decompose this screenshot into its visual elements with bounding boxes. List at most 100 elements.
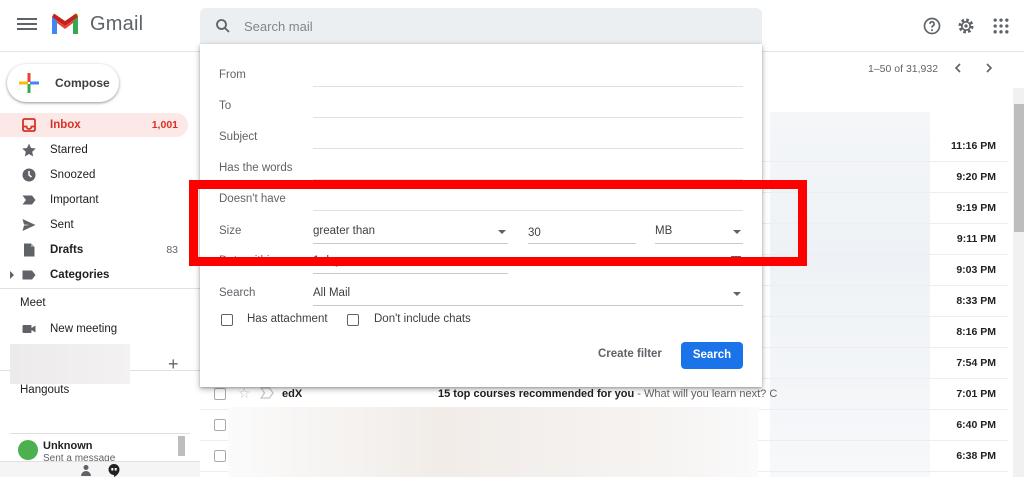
email-time: 8:33 PM: [956, 295, 996, 307]
search-scope-row: Search All Mail: [200, 282, 762, 308]
sidebar-item-label: Snoozed: [50, 169, 96, 181]
inbox-icon: [22, 118, 36, 132]
sidebar-item-sent[interactable]: Sent: [0, 213, 188, 237]
menu-icon[interactable]: [17, 15, 37, 35]
send-icon: [22, 219, 36, 231]
sidebar-item-categories[interactable]: Categories: [0, 263, 188, 287]
sidebar-bottom-bar: [0, 461, 200, 477]
search-bar[interactable]: [200, 8, 762, 44]
search-scope-label: Search: [219, 287, 256, 299]
avatar[interactable]: [18, 440, 38, 460]
email-time: 6:38 PM: [956, 450, 996, 462]
has-words-label: Has the words: [219, 162, 293, 174]
video-camera-icon: [22, 325, 36, 333]
sidebar-item-label: Important: [50, 194, 99, 206]
sidebar-item-snoozed[interactable]: Snoozed: [0, 163, 188, 187]
exclude-chats-checkbox[interactable]: [347, 314, 359, 326]
subject-label: Subject: [219, 131, 258, 143]
dropdown-arrow-icon: [733, 292, 741, 296]
settings-icon[interactable]: [956, 16, 976, 36]
has-attachment-checkbox[interactable]: [221, 314, 233, 326]
star-icon[interactable]: ☆: [238, 385, 251, 402]
row-checkbox[interactable]: [214, 419, 226, 431]
sidebar-item-starred[interactable]: Starred: [0, 138, 188, 162]
hangouts-title: Hangouts: [20, 384, 70, 396]
compose-plus-icon: [19, 73, 39, 93]
subject-row: Subject: [200, 126, 762, 152]
sidebar-item-label: Sent: [50, 219, 74, 231]
chevron-right-icon[interactable]: [982, 61, 996, 75]
sidebar-item-important[interactable]: Important: [0, 188, 188, 212]
email-sender: edX: [282, 388, 303, 400]
blurred-region: [228, 407, 758, 477]
app-name: Gmail: [90, 12, 144, 35]
draft-count: 83: [166, 244, 178, 256]
scrollbar-thumb[interactable]: [1014, 104, 1024, 232]
sidebar-item-inbox[interactable]: Inbox 1,001: [0, 113, 188, 137]
email-subject: 15 top courses recommended for you - Wha…: [438, 388, 777, 400]
email-time: 7:54 PM: [956, 357, 996, 369]
row-checkbox[interactable]: [214, 450, 226, 462]
email-time: 11:16 PM: [951, 140, 996, 152]
to-input[interactable]: [313, 117, 743, 118]
sidebar-item-drafts[interactable]: Drafts 83: [0, 238, 188, 262]
hangouts-scrollbar[interactable]: [178, 436, 185, 456]
search-input[interactable]: [244, 16, 724, 36]
search-scope-value: All Mail: [313, 287, 351, 299]
divider: [10, 433, 190, 434]
divider: [0, 288, 200, 289]
hangouts-user-blurred: [10, 344, 130, 384]
email-subject-text: 15 top courses recommended for you: [438, 388, 635, 400]
pagination-text: 1–50 of 31,932: [868, 63, 939, 75]
clock-icon: [22, 168, 36, 182]
star-icon: [22, 143, 36, 157]
sidebar: Compose Inbox 1,001 Starred Snoozed Impo…: [0, 52, 200, 477]
hangout-contact-name[interactable]: Unknown: [43, 440, 93, 452]
to-row: To: [200, 95, 762, 121]
expand-arrow-icon[interactable]: [9, 271, 15, 279]
draft-icon: [24, 243, 35, 257]
email-time: 9:19 PM: [956, 202, 996, 214]
subject-input[interactable]: [313, 148, 743, 149]
email-time: 7:01 PM: [956, 388, 996, 400]
meet-title: Meet: [20, 297, 46, 309]
compose-button[interactable]: Compose: [7, 64, 119, 102]
hangouts-chat-icon[interactable]: [107, 463, 121, 477]
search-button[interactable]: Search: [681, 342, 743, 369]
label-icon: [22, 270, 36, 280]
create-filter-button[interactable]: Create filter: [598, 348, 662, 360]
sidebar-item-label: Drafts: [50, 244, 84, 256]
from-label: From: [219, 69, 246, 81]
search-icon[interactable]: [214, 17, 232, 35]
email-snippet: - What will you learn next? C: [634, 388, 778, 400]
sidebar-item-label: New meeting: [50, 323, 118, 335]
search-scope-select[interactable]: All Mail: [313, 282, 743, 306]
hangout-contact-status: Sent a message: [43, 453, 116, 461]
help-icon[interactable]: [922, 16, 942, 36]
has-attachment-label: Has attachment: [247, 313, 328, 325]
sidebar-item-new-meeting[interactable]: New meeting: [0, 317, 188, 341]
important-marker-icon[interactable]: [260, 387, 274, 399]
important-icon: [22, 195, 36, 205]
row-checkbox[interactable]: [214, 388, 226, 400]
sidebar-item-label: Inbox: [50, 119, 81, 131]
gmail-m-icon: [52, 13, 78, 34]
add-hangout-icon[interactable]: +: [168, 354, 179, 375]
gmail-logo[interactable]: Gmail: [50, 12, 143, 36]
email-time: 9:03 PM: [956, 264, 996, 276]
unread-count: 1,001: [151, 119, 178, 131]
exclude-chats-label: Don't include chats: [374, 313, 471, 325]
chevron-left-icon[interactable]: [951, 61, 965, 75]
compose-label: Compose: [55, 76, 110, 90]
to-label: To: [219, 100, 232, 112]
email-time: 8:16 PM: [956, 326, 996, 338]
from-input[interactable]: [313, 86, 743, 87]
apps-grid-icon[interactable]: [991, 16, 1011, 36]
person-icon[interactable]: [80, 464, 92, 476]
sidebar-item-label: Categories: [50, 269, 110, 281]
email-time: 9:20 PM: [956, 171, 996, 183]
highlight-box: [189, 180, 807, 266]
email-time: 9:11 PM: [956, 233, 996, 245]
sidebar-item-label: Starred: [50, 144, 88, 156]
email-time: 6:40 PM: [956, 419, 996, 431]
